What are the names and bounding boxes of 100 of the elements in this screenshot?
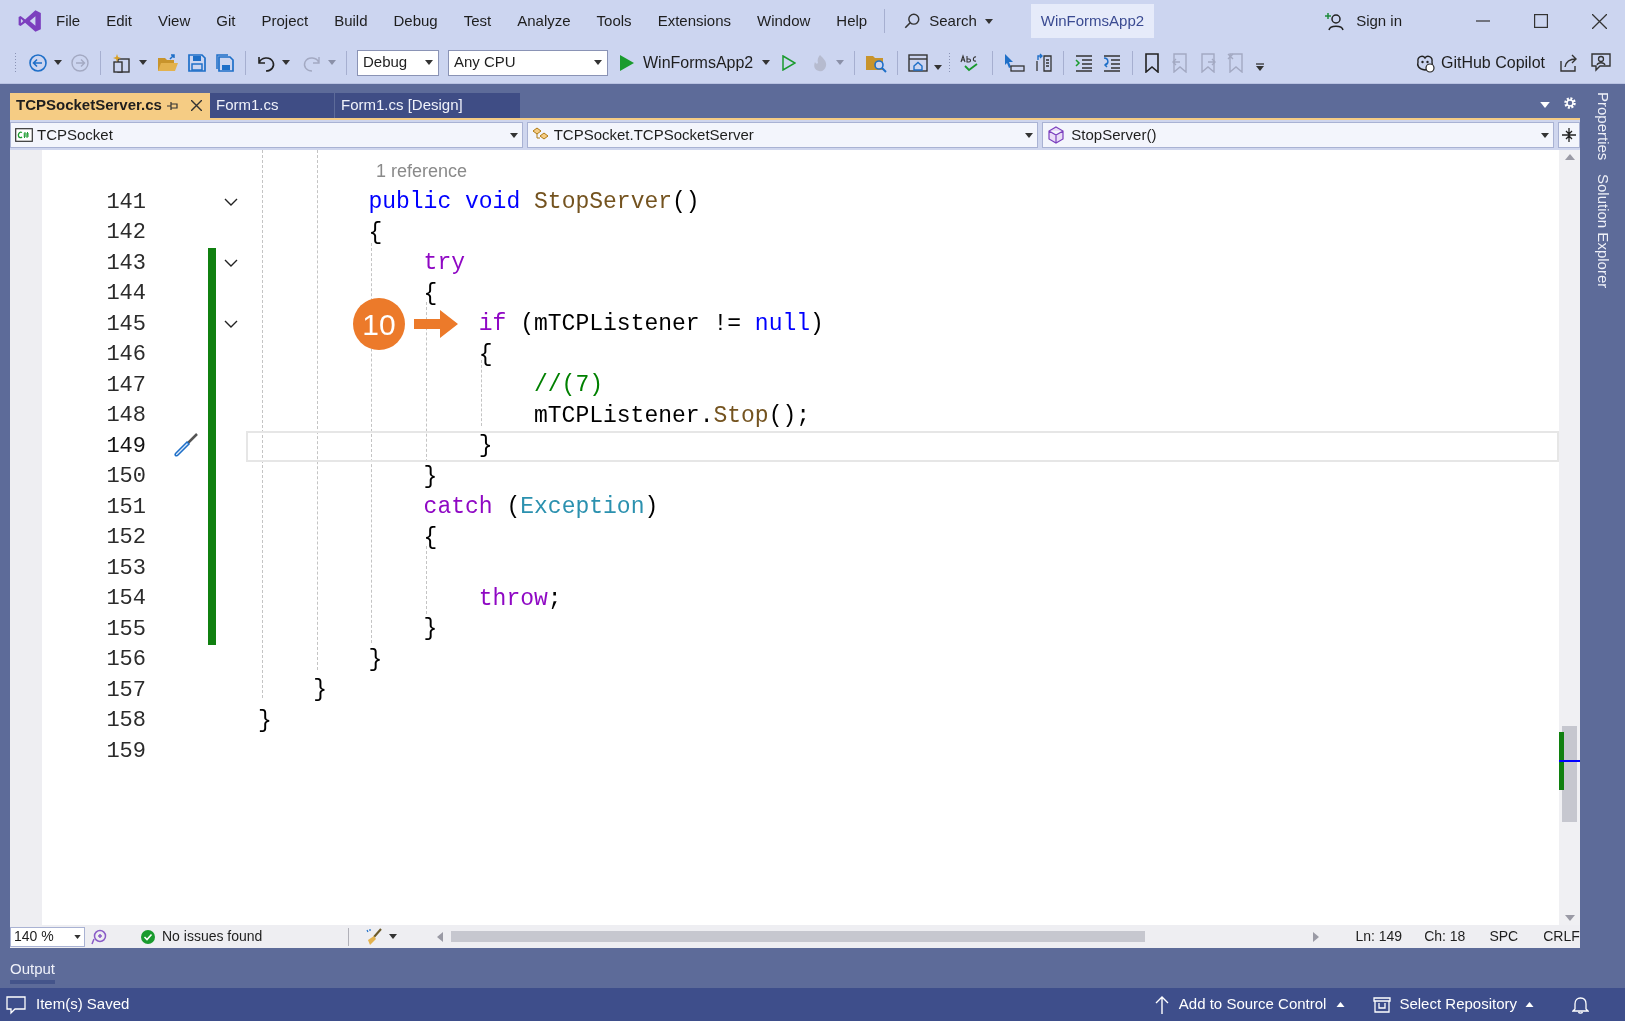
overflow-icon[interactable] (1255, 62, 1266, 71)
vertical-scrollbar[interactable] (1559, 150, 1580, 925)
platform-dropdown[interactable]: Any CPU (448, 49, 608, 76)
maximize-icon[interactable] (1534, 14, 1548, 28)
caret-icon (984, 18, 993, 24)
menu-item[interactable]: Debug (380, 6, 451, 36)
code-line: try (423, 249, 465, 278)
toolbar-grip[interactable] (14, 51, 18, 74)
line-indicator[interactable]: Ln: 149 (1355, 926, 1403, 947)
pin-icon[interactable] (167, 100, 179, 111)
code-line: } (313, 676, 327, 705)
sign-in-button[interactable]: Sign in (1320, 6, 1406, 36)
scroll-right-icon[interactable] (1313, 931, 1320, 942)
indent-icon[interactable] (1074, 52, 1095, 73)
health-icon[interactable] (91, 928, 107, 945)
chat-icon[interactable] (6, 994, 26, 1015)
document-tab[interactable]: Form1.cs (210, 93, 335, 118)
bookmark-icon[interactable] (1143, 52, 1162, 73)
collapse-chevron-icon[interactable] (224, 320, 238, 329)
caret-icon[interactable] (54, 60, 62, 65)
project-dropdown[interactable]: TCPSocket (10, 122, 523, 148)
bracket-list-icon[interactable] (1033, 52, 1054, 73)
horizontal-scrollbar[interactable] (437, 929, 1320, 944)
zoom-dropdown[interactable]: 140 % (10, 926, 85, 947)
save-icon[interactable] (187, 52, 207, 73)
scrollbar-thumb[interactable] (451, 931, 1146, 942)
status-message: Item(s) Saved (36, 994, 130, 1015)
brush-icon[interactable] (365, 927, 384, 946)
code-line: { (368, 218, 383, 248)
menu-item[interactable]: Window (744, 6, 824, 36)
play-outline-icon[interactable] (782, 54, 797, 71)
caret-icon[interactable] (282, 60, 290, 65)
line-number: 158 (105, 707, 146, 736)
settings-icon[interactable] (1563, 96, 1577, 110)
code-line: { (423, 523, 438, 553)
configuration-dropdown[interactable]: Debug (357, 49, 439, 76)
caret-icon[interactable] (1540, 102, 1550, 108)
pointer-icon[interactable] (1003, 52, 1026, 73)
search-button[interactable]: Search (897, 6, 999, 36)
caret-up-icon (1336, 1002, 1346, 1007)
caret-up-icon (1525, 1002, 1534, 1007)
line-number: 145 (105, 310, 146, 339)
issues-indicator[interactable]: No issues found (141, 926, 263, 947)
save-all-icon[interactable] (215, 52, 235, 73)
back-icon[interactable] (28, 52, 48, 73)
menu-item[interactable]: Extensions (644, 6, 744, 36)
browser-home-icon[interactable] (908, 52, 929, 73)
caret-icon[interactable] (389, 934, 398, 939)
caret-icon (594, 60, 602, 65)
close-icon[interactable] (191, 100, 202, 111)
screwdriver-icon[interactable] (172, 433, 198, 460)
document-tab[interactable]: TCPSocketServer.cs (10, 93, 210, 118)
whitespace-indicator[interactable]: SPC (1489, 926, 1519, 947)
share-icon[interactable] (1559, 52, 1579, 73)
caret-icon[interactable] (934, 65, 943, 70)
menu-item[interactable]: Test (450, 6, 505, 36)
open-folder-icon[interactable] (157, 52, 179, 73)
collapse-chevron-icon[interactable] (224, 198, 238, 207)
line-number: 148 (105, 402, 146, 431)
menu-item[interactable]: View (145, 6, 204, 36)
side-panel-tab[interactable]: Properties (1591, 92, 1614, 161)
scrollbar-thumb[interactable] (1562, 726, 1577, 822)
scroll-down-icon[interactable] (1564, 915, 1575, 921)
line-ending-indicator[interactable]: CRLF (1543, 926, 1580, 947)
line-number: 154 (105, 585, 146, 614)
csharp-project-icon (15, 128, 33, 142)
code-line: } (423, 462, 438, 492)
solution-name: WinFormsApp2 (1030, 4, 1155, 38)
select-repository-button[interactable]: Select Repository (1373, 990, 1534, 1019)
close-icon[interactable] (1592, 13, 1607, 29)
caret-icon (425, 60, 433, 65)
document-tab[interactable]: Form1.cs [Design] (335, 93, 521, 118)
notification-bell-icon[interactable] (1572, 995, 1589, 1014)
line-number: 146 (105, 341, 146, 370)
scroll-left-icon[interactable] (437, 931, 444, 942)
menu-item[interactable]: Git (203, 6, 249, 36)
copilot-button[interactable]: GitHub Copilot (1414, 47, 1545, 78)
class-dropdown[interactable]: TCPSocket.TCPSocketServer (526, 122, 1039, 148)
collapse-chevron-icon[interactable] (224, 259, 238, 268)
menu-item[interactable]: Build (321, 6, 381, 36)
member-dropdown[interactable]: StopServer() (1042, 122, 1554, 148)
split-window-button[interactable] (1558, 122, 1580, 148)
menu-item[interactable]: Help (823, 6, 881, 36)
start-button[interactable]: WinFormsApp2 (620, 47, 771, 78)
output-tab[interactable]: Output (10, 951, 56, 985)
menu-item[interactable]: Tools (583, 6, 645, 36)
line-number: 144 (105, 280, 146, 309)
side-panel-tab[interactable]: Solution Explorer (1591, 174, 1614, 289)
caret-icon (762, 60, 771, 65)
caret-icon[interactable] (139, 60, 147, 65)
menu-item[interactable]: Edit (93, 6, 146, 36)
menu-item[interactable]: Project (248, 6, 322, 36)
menu-item[interactable]: Analyze (504, 6, 584, 36)
menu-item[interactable]: File (43, 6, 94, 36)
column-indicator[interactable]: Ch: 18 (1424, 926, 1466, 947)
outdent-icon[interactable] (1102, 52, 1123, 73)
scroll-up-icon[interactable] (1564, 154, 1575, 160)
add-to-source-control-button[interactable]: Add to Source Control (1154, 990, 1346, 1019)
feedback-icon[interactable] (1591, 52, 1611, 73)
line-number: 157 (105, 676, 146, 705)
